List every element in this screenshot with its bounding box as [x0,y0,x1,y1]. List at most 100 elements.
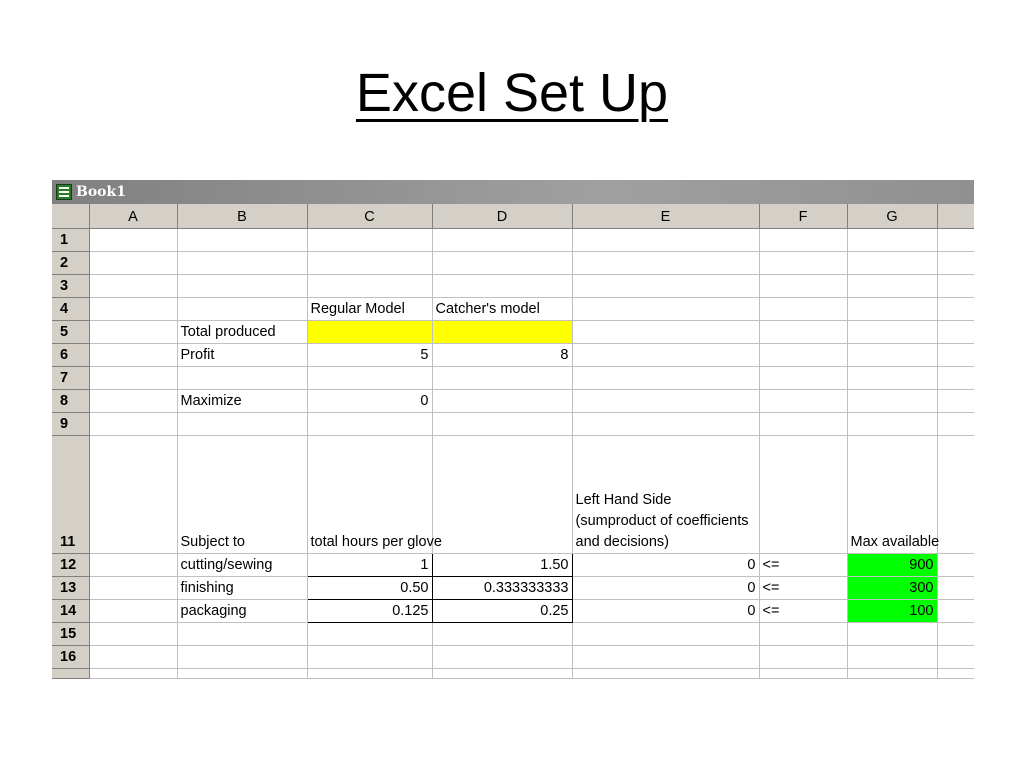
cell-e15[interactable] [572,622,760,646]
select-all-corner[interactable] [52,204,90,229]
cell-d1[interactable] [432,228,573,252]
column-header-b[interactable]: B [177,204,308,229]
cell-d9[interactable] [432,412,573,436]
cell-c8[interactable]: 0 [307,389,433,413]
cell-e1[interactable] [572,228,760,252]
cell-b15[interactable] [177,622,308,646]
cell-g13[interactable]: 300 [847,576,938,600]
cell-d16[interactable] [432,645,573,669]
cell-d8[interactable] [432,389,573,413]
cell-c6[interactable]: 5 [307,343,433,367]
cell-partial[interactable] [89,668,178,679]
cell-a16[interactable] [89,645,178,669]
cell-e6[interactable] [572,343,760,367]
cell-d15[interactable] [432,622,573,646]
cell-a9[interactable] [89,412,178,436]
row-header-4[interactable]: 4 [52,297,90,321]
cell-c13[interactable]: 0.50 [306,575,433,600]
cell-e11[interactable]: Left Hand Side (sumproduct of coefficien… [572,435,760,554]
cell-h12[interactable] [937,553,974,577]
cell-d4[interactable]: Catcher's model [432,297,573,321]
cell-g11[interactable]: Max available [847,435,939,554]
cell-f16[interactable] [759,645,848,669]
cell-partial[interactable] [307,668,433,679]
cell-a3[interactable] [89,274,178,298]
spreadsheet-window[interactable]: Book1 A B C D E F G 1 2 3 4 Regular Mode… [52,180,974,688]
cell-b11[interactable]: Subject to [177,435,308,554]
cell-h9[interactable] [937,412,974,436]
cell-a7[interactable] [89,366,178,390]
cell-partial[interactable] [177,668,308,679]
row-header-14[interactable]: 14 [52,599,90,623]
cell-e3[interactable] [572,274,760,298]
cell-a8[interactable] [89,389,178,413]
cell-f3[interactable] [759,274,848,298]
cell-h15[interactable] [937,622,974,646]
cell-a12[interactable] [89,553,178,577]
cell-c16[interactable] [307,645,433,669]
column-header-h[interactable] [937,204,974,229]
row-header-9[interactable]: 9 [52,412,90,436]
cell-f15[interactable] [759,622,848,646]
cell-g2[interactable] [847,251,938,275]
window-titlebar[interactable]: Book1 [52,180,974,204]
cell-b12[interactable]: cutting/sewing [177,553,308,577]
cell-partial[interactable] [937,668,974,679]
cell-e14[interactable]: 0 [572,599,760,623]
cell-h2[interactable] [937,251,974,275]
cell-a15[interactable] [89,622,178,646]
cell-b13[interactable]: finishing [177,576,308,600]
cell-partial[interactable] [759,668,848,679]
column-header-f[interactable]: F [759,204,848,229]
cell-a6[interactable] [89,343,178,367]
cell-h5[interactable] [937,320,974,344]
cell-c2[interactable] [307,251,433,275]
cell-e5[interactable] [572,320,760,344]
cell-a2[interactable] [89,251,178,275]
cell-f12[interactable]: <= [759,553,848,577]
cell-c15[interactable] [307,622,433,646]
cell-b5[interactable]: Total produced [177,320,308,344]
cell-d5-decision[interactable] [432,320,573,344]
cell-c1[interactable] [307,228,433,252]
cell-g6[interactable] [847,343,938,367]
cell-g3[interactable] [847,274,938,298]
cell-d14[interactable]: 0.25 [431,598,573,623]
cell-c4[interactable]: Regular Model [307,297,433,321]
cell-f7[interactable] [759,366,848,390]
cell-f14[interactable]: <= [759,599,848,623]
cell-h4[interactable] [937,297,974,321]
cell-h3[interactable] [937,274,974,298]
cell-e12[interactable]: 0 [572,553,760,577]
cell-h16[interactable] [937,645,974,669]
cell-a13[interactable] [89,576,178,600]
cell-partial[interactable] [847,668,938,679]
cell-c11[interactable]: total hours per glove [307,435,442,554]
row-header-13[interactable]: 13 [52,576,90,600]
cell-b4[interactable] [177,297,308,321]
cell-g4[interactable] [847,297,938,321]
row-header-16[interactable]: 16 [52,645,90,669]
cell-c14[interactable]: 0.125 [306,598,433,623]
cell-e7[interactable] [572,366,760,390]
cell-c7[interactable] [307,366,433,390]
cell-b14[interactable]: packaging [177,599,308,623]
cell-e4[interactable] [572,297,760,321]
row-header-5[interactable]: 5 [52,320,90,344]
cell-b9[interactable] [177,412,308,436]
cell-d2[interactable] [432,251,573,275]
column-header-e[interactable]: E [572,204,760,229]
cell-g1[interactable] [847,228,938,252]
row-header-12[interactable]: 12 [52,553,90,577]
cell-b8[interactable]: Maximize [177,389,308,413]
cell-e8[interactable] [572,389,760,413]
cell-a14[interactable] [89,599,178,623]
row-header-11[interactable]: 11 [52,435,90,554]
cell-b2[interactable] [177,251,308,275]
cell-f8[interactable] [759,389,848,413]
cell-e9[interactable] [572,412,760,436]
cell-g8[interactable] [847,389,938,413]
cell-g7[interactable] [847,366,938,390]
cell-a4[interactable] [89,297,178,321]
cell-f13[interactable]: <= [759,576,848,600]
